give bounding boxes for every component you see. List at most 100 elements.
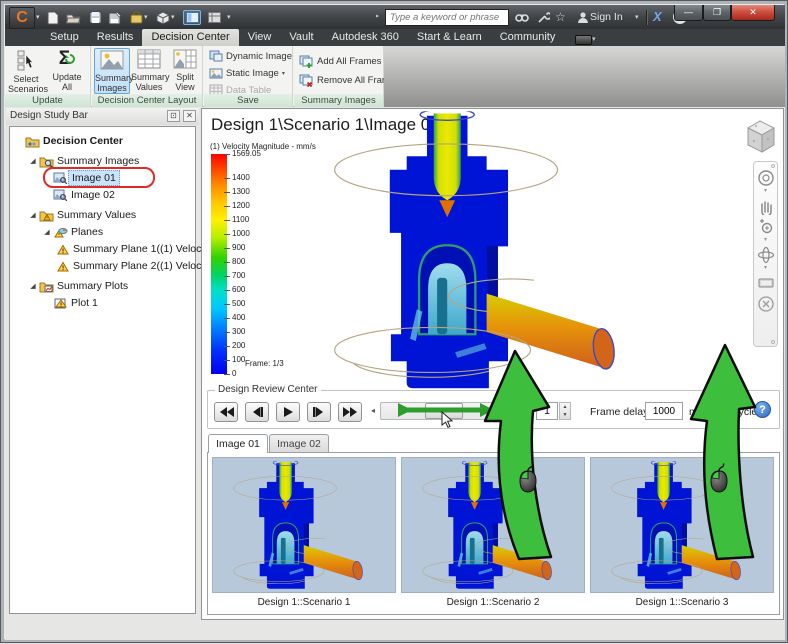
frame-number-input[interactable] [536,402,558,420]
tab-view[interactable]: View [239,29,281,46]
gallery-tab-image-02[interactable]: Image 02 [269,434,329,453]
tables-toggle-icon[interactable] [205,10,223,25]
app-menu-caret-icon[interactable]: ▾ [36,13,40,21]
orbit-icon[interactable] [756,245,775,264]
navbar-caret-icon[interactable]: ▾ [764,237,767,243]
open-icon[interactable] [65,10,81,25]
new-file-icon[interactable] [45,10,61,25]
step-forward-button[interactable] [307,402,331,422]
search-history-caret-icon[interactable]: ‣ [375,12,380,21]
dock-pin-icon[interactable]: ⊡ [167,110,180,122]
tab-autodesk-360[interactable]: Autodesk 360 [323,29,408,46]
tree-item-summary-plane-1-1-velocit[interactable]: Summary Plane 1((1) Velocit... [10,241,215,257]
tree-item-summary-plane-2-1-velocit[interactable]: Summary Plane 2((1) Velocit... [10,258,215,274]
tree-item-summary-plots[interactable]: ◢ Summary Plots [10,278,195,294]
update-all-button[interactable]: Σ Update All [49,48,85,94]
tree-item-decision-center[interactable]: Decision Center [10,133,195,149]
cfd-result-image[interactable] [320,111,624,393]
review-help-icon[interactable]: ? [754,401,771,418]
toolbox-icon[interactable] [129,10,145,25]
navigation-wheel-icon[interactable] [756,168,775,187]
split-view-button[interactable]: Split View [167,48,203,94]
minimize-button[interactable]: — [674,5,703,21]
tree-item-image-01[interactable]: Image 01 [10,167,195,188]
first-frame-button[interactable] [214,402,238,422]
thumbnail-3[interactable] [590,457,774,593]
thumbnail-1[interactable] [212,457,396,593]
design-study-bar: Design Study Bar ⊡ ✕ Decision Center ◢ Sum… [6,108,215,620]
play-button[interactable] [276,402,300,422]
frame-number-stepper[interactable]: ▲ ▼ [559,402,571,420]
search-icon[interactable] [514,10,530,25]
look-at-icon[interactable] [756,273,775,292]
tree-expander-icon[interactable]: ◢ [42,228,52,236]
summary-values-button[interactable]: Summary Values [131,48,170,94]
navbar-caret-icon[interactable]: ▾ [764,188,767,194]
cube-icon[interactable] [155,10,171,25]
legend-tick: 400 [224,313,245,322]
wrench-icon[interactable] [535,10,551,25]
video-tips-caret-icon[interactable]: ▾ [592,35,596,43]
tree-item-label: Planes [71,226,104,238]
star-icon[interactable]: ☆ [555,10,566,24]
select-scenarios-button[interactable]: Select Scenarios [8,48,48,94]
slider-right-arrow[interactable]: ▸ [511,406,515,415]
legend-tick: 0 [224,370,236,378]
tab-vault[interactable]: Vault [280,29,322,46]
toolbox-caret-icon[interactable]: ▾ [144,13,148,21]
navbar-dot [771,164,775,168]
maximize-button[interactable]: ❐ [703,5,731,21]
static-image-button[interactable]: Static Image ▾ [209,66,285,80]
zoom-icon[interactable] [756,217,775,236]
gallery-tab-image-01[interactable]: Image 01 [208,434,268,453]
navbar-caret-icon[interactable]: ▾ [764,265,767,271]
step-back-button[interactable] [245,402,269,422]
mouse-left-click-icon [707,461,731,495]
frame-slider[interactable]: III [380,402,508,420]
view-cube[interactable] [736,113,782,157]
save-as-icon[interactable] [107,10,123,25]
tree-expander-icon[interactable]: ◢ [28,282,38,290]
frame-delay-input[interactable] [645,402,683,420]
search-input[interactable] [385,9,509,26]
close-button[interactable]: ✕ [731,5,775,21]
tree-item-summary-values[interactable]: ◢ Summary Values [10,207,195,223]
tree-item-plot-1[interactable]: Plot 1 [10,295,195,311]
legend-tick: 100 [224,355,245,364]
tab-decision-center[interactable]: Decision Center [142,29,239,46]
tree-expander-icon[interactable]: ◢ [28,211,38,219]
navbar-dot [771,340,775,344]
user-icon[interactable] [575,10,591,25]
layout-toggle-icon[interactable] [183,10,201,25]
thumbnail-2[interactable] [401,457,585,593]
slider-left-arrow[interactable]: ◂ [371,406,375,415]
thumbnail-caption: Design 1::Scenario 2 [446,597,540,608]
tree-expander-icon[interactable]: ◢ [28,157,38,165]
legend-tick: 200 [224,341,245,350]
tree-item-image-02[interactable]: Image 02 [10,187,195,203]
video-tips-icon[interactable] [575,35,592,45]
dynamic-image-button[interactable]: Dynamic Image [209,49,292,63]
cycle-checkbox[interactable]: ✓ [714,404,727,417]
pan-hand-icon[interactable] [756,196,775,215]
tab-community[interactable]: Community [491,29,565,46]
tab-results[interactable]: Results [88,29,143,46]
cancel-icon[interactable] [756,294,775,313]
last-frame-button[interactable] [338,402,362,422]
add-all-frames-button[interactable]: Add All Frames [299,54,381,68]
frame-slider-handle[interactable]: III [425,403,463,419]
close-panel-icon[interactable]: ✕ [183,110,196,122]
tab-setup[interactable]: Setup [41,29,88,46]
exchange-apps-icon[interactable]: X [653,9,662,24]
app-logo-icon[interactable]: C [9,7,35,29]
sign-in-caret-icon[interactable]: ▾ [635,13,639,21]
tab-start-learn[interactable]: Start & Learn [408,29,491,46]
tree-item-label: Summary Values [57,209,137,221]
cube-caret-icon[interactable]: ▾ [171,13,175,21]
tree-item-planes[interactable]: ◢ Planes [10,224,195,240]
summary-values-icon [131,49,167,71]
save-icon[interactable] [87,10,103,25]
summary-images-button[interactable]: Summary Images [94,48,134,94]
qat-overflow-caret-icon[interactable]: ▾ [227,13,231,21]
sign-in-button[interactable]: Sign In [590,11,623,23]
